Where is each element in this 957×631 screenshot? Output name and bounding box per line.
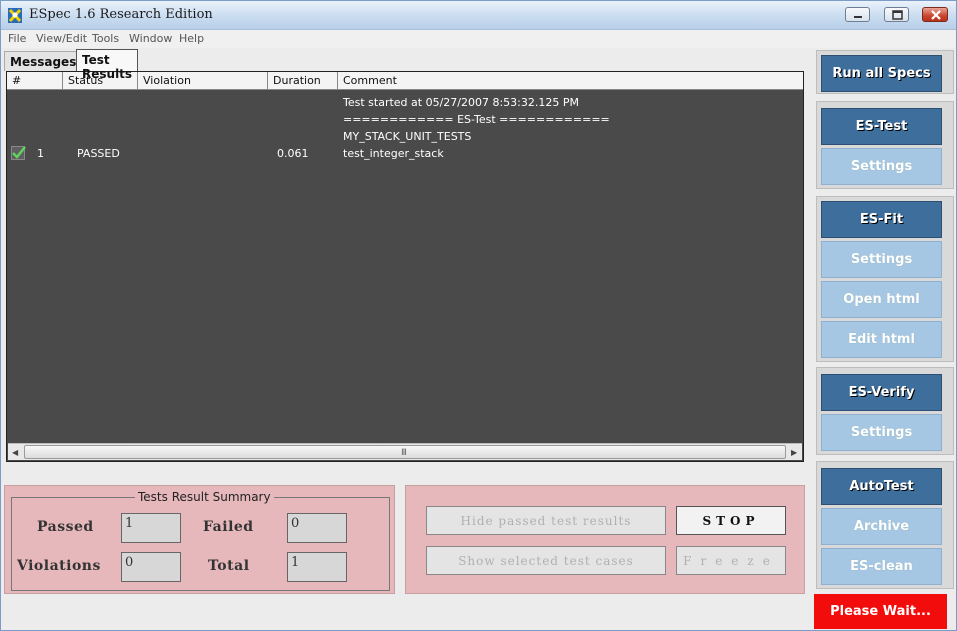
menu-window[interactable]: Window bbox=[129, 32, 172, 45]
scrollbar-grip: III bbox=[401, 448, 407, 458]
row-1-number[interactable]: 1 bbox=[37, 147, 44, 160]
minimize-icon bbox=[854, 16, 862, 18]
title-bar[interactable]: ESpec 1.6 Research Edition bbox=[1, 1, 956, 30]
es-verify-settings-button[interactable]: Settings bbox=[821, 414, 942, 451]
scroll-left-icon[interactable]: ◀ bbox=[12, 448, 18, 457]
passed-count-field: 1 bbox=[121, 513, 181, 543]
es-test-group: ES-Test Settings bbox=[816, 101, 954, 189]
test-result-summary-panel: Tests Result Summary Passed 1 Failed 0 V… bbox=[4, 485, 395, 594]
menu-tools[interactable]: Tools bbox=[92, 32, 119, 45]
maximize-icon bbox=[892, 10, 903, 20]
column-header-duration[interactable]: Duration bbox=[268, 72, 338, 90]
es-verify-group: ES-Verify Settings bbox=[816, 367, 954, 455]
row-1-duration[interactable]: 0.061 bbox=[277, 147, 309, 160]
minimize-button[interactable] bbox=[845, 7, 870, 22]
autotest-button[interactable]: AutoTest bbox=[821, 468, 942, 505]
violations-label: Violations bbox=[17, 558, 101, 574]
summary-title: Tests Result Summary bbox=[135, 490, 274, 504]
run-all-specs-button[interactable]: Run all Specs bbox=[821, 55, 942, 92]
show-selected-test-cases-button[interactable]: Show selected test cases bbox=[426, 546, 666, 575]
column-header-number[interactable]: # bbox=[7, 72, 63, 90]
es-fit-group: ES-Fit Settings Open html Edit html bbox=[816, 196, 954, 362]
espec-window: ESpec 1.6 Research Edition File View/Edi… bbox=[0, 0, 957, 631]
es-fit-button[interactable]: ES-Fit bbox=[821, 201, 942, 238]
close-button[interactable] bbox=[922, 7, 948, 22]
failed-label: Failed bbox=[203, 519, 254, 535]
open-html-button[interactable]: Open html bbox=[821, 281, 942, 318]
comment-line-separator: ============ ES-Test ============ bbox=[343, 113, 610, 126]
es-verify-button[interactable]: ES-Verify bbox=[821, 374, 942, 411]
comment-line-suite: MY_STACK_UNIT_TESTS bbox=[343, 130, 472, 143]
horizontal-scrollbar[interactable]: ◀ III ▶ bbox=[8, 443, 802, 460]
menu-view-edit[interactable]: View/Edit bbox=[36, 32, 87, 45]
es-fit-settings-button[interactable]: Settings bbox=[821, 241, 942, 278]
test-controls-panel: Hide passed test results STOP Show selec… bbox=[405, 485, 805, 594]
window-title: ESpec 1.6 Research Edition bbox=[29, 7, 213, 22]
tab-messages[interactable]: Messages bbox=[4, 51, 83, 71]
es-test-button[interactable]: ES-Test bbox=[821, 108, 942, 145]
edit-html-button[interactable]: Edit html bbox=[821, 321, 942, 358]
scrollbar-thumb[interactable]: III bbox=[24, 445, 786, 459]
sidebar: Run all Specs ES-Test Settings ES-Fit Se… bbox=[813, 50, 956, 630]
autotest-group: AutoTest Archive ES-clean bbox=[816, 461, 954, 589]
column-header-comment[interactable]: Comment bbox=[338, 72, 803, 90]
tab-test-results[interactable]: Test Results bbox=[76, 49, 139, 81]
test-results-table: # Status Violation Duration Comment Test… bbox=[6, 71, 804, 462]
row-1-comment[interactable]: test_integer_stack bbox=[343, 147, 444, 160]
stop-button[interactable]: STOP bbox=[676, 506, 786, 535]
passed-label: Passed bbox=[37, 519, 94, 535]
es-clean-button[interactable]: ES-clean bbox=[821, 548, 942, 585]
column-header-violation[interactable]: Violation bbox=[138, 72, 268, 90]
please-wait-status: Please Wait... bbox=[814, 594, 947, 629]
row-1-status[interactable]: PASSED bbox=[77, 147, 120, 160]
freeze-button[interactable]: Freeze bbox=[676, 546, 786, 575]
total-label: Total bbox=[208, 558, 250, 574]
archive-button[interactable]: Archive bbox=[821, 508, 942, 545]
menu-file[interactable]: File bbox=[8, 32, 26, 45]
scroll-right-icon[interactable]: ▶ bbox=[791, 448, 797, 457]
violations-count-field: 0 bbox=[121, 552, 181, 582]
check-icon bbox=[11, 146, 26, 160]
total-count-field: 1 bbox=[287, 552, 347, 582]
es-test-settings-button[interactable]: Settings bbox=[821, 148, 942, 185]
close-icon bbox=[931, 10, 941, 20]
comment-line-start-time: Test started at 05/27/2007 8:53:32.125 P… bbox=[343, 96, 579, 109]
failed-count-field: 0 bbox=[287, 513, 347, 543]
hide-passed-results-button[interactable]: Hide passed test results bbox=[426, 506, 666, 535]
maximize-button[interactable] bbox=[884, 7, 909, 22]
menu-bar: File View/Edit Tools Window Help bbox=[1, 30, 956, 48]
app-logo-icon bbox=[8, 8, 22, 23]
run-all-group: Run all Specs bbox=[816, 50, 954, 94]
menu-help[interactable]: Help bbox=[179, 32, 204, 45]
